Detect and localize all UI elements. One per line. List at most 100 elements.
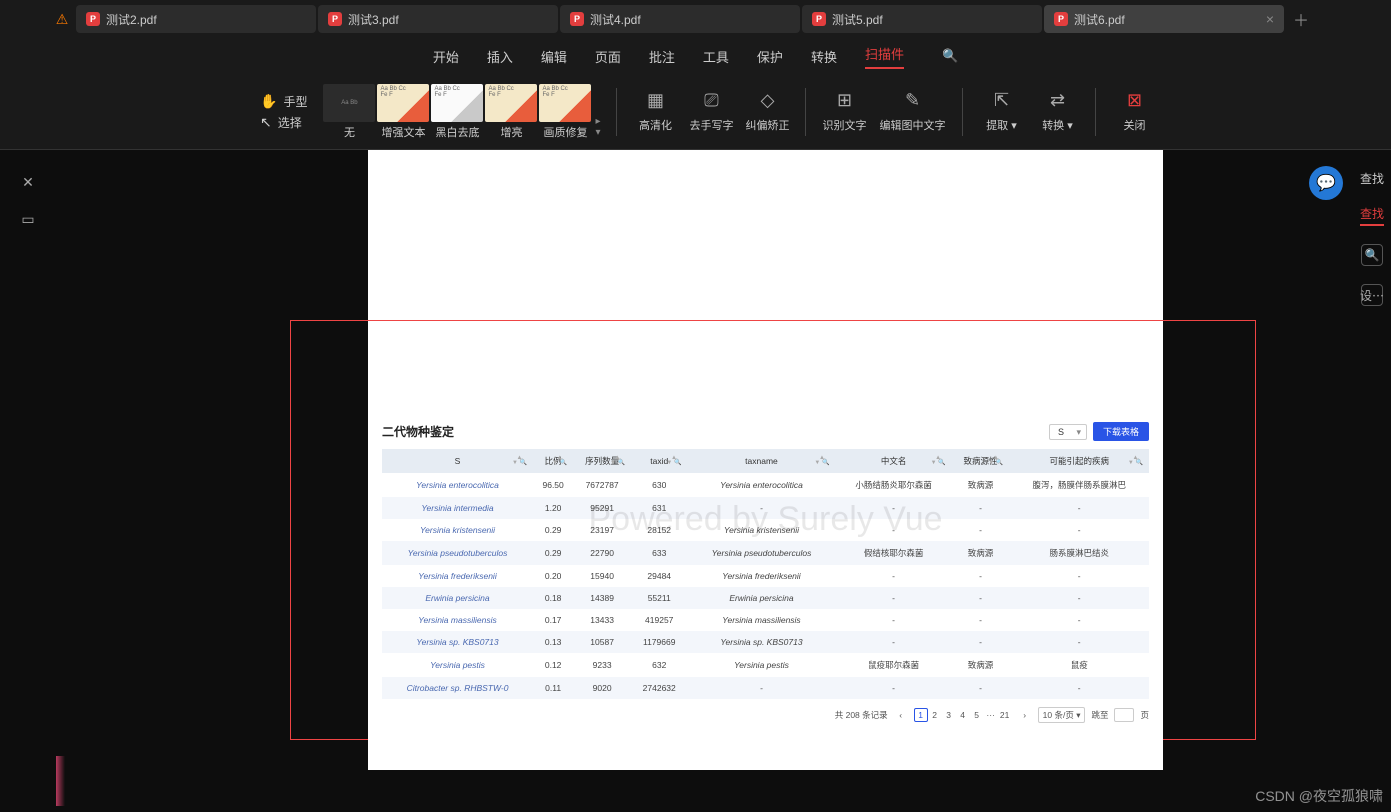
table-cell: -: [1009, 609, 1149, 631]
pager-page[interactable]: ···: [984, 708, 998, 722]
tab-测试5[interactable]: P测试5.pdf: [802, 5, 1042, 33]
thumb-quality[interactable]: Aa Bb CcFe F画质修复: [539, 84, 591, 140]
table-cell: -: [1009, 497, 1149, 519]
col-header[interactable]: 可能引起的疾病▲▼ 🔍: [1009, 449, 1149, 473]
table-cell: 29484: [631, 565, 687, 587]
add-tab-button[interactable]: ＋: [1286, 7, 1316, 31]
tab-测试6[interactable]: P测试6.pdf×: [1044, 5, 1284, 33]
pager-page-unit: 页: [1140, 709, 1149, 721]
thumb-bw[interactable]: Aa Bb CcFe F黑白去底: [431, 84, 483, 140]
select-tool[interactable]: ↖选择: [260, 114, 307, 131]
menu-protect[interactable]: 保护: [757, 47, 783, 66]
right-search-icon[interactable]: 🔍: [1361, 244, 1383, 266]
pager-prev[interactable]: ‹: [894, 708, 908, 722]
tab-测试4[interactable]: P测试4.pdf: [560, 5, 800, 33]
tab-bar: ⚠ P测试2.pdf P测试3.pdf P测试4.pdf P测试5.pdf P测…: [0, 0, 1391, 38]
table-cell: 小肠结肠炎耶尔森菌: [836, 473, 952, 497]
right-find[interactable]: 查找: [1360, 170, 1384, 187]
warning-icon[interactable]: ⚠: [50, 11, 74, 28]
col-header[interactable]: 比例▲▼ 🔍: [533, 449, 573, 473]
right-find-replace[interactable]: 查找: [1360, 205, 1384, 226]
table-cell: -: [952, 677, 1010, 699]
col-header[interactable]: S▲▼ 🔍: [382, 449, 533, 473]
col-header[interactable]: taxname▲▼ 🔍: [687, 449, 835, 473]
image-panel-icon[interactable]: ▭: [21, 211, 34, 228]
menu-edit[interactable]: 编辑: [541, 47, 567, 66]
right-settings-icon[interactable]: 设⋯: [1361, 284, 1383, 306]
toolbar: ✋手型 ↖选择 Aa Bb无 Aa Bb CcFe F增强文本 Aa Bb Cc…: [0, 74, 1391, 150]
hand-tool[interactable]: ✋手型: [260, 93, 307, 110]
menu-tools[interactable]: 工具: [703, 47, 729, 66]
tool-edit-image-text[interactable]: ✎编辑图中文字: [876, 90, 948, 133]
pager-jump-label: 跳至: [1091, 709, 1108, 721]
table-cell: 631: [631, 497, 687, 519]
table-cell: Yersinia pseudotuberculos: [382, 541, 533, 565]
download-button[interactable]: 下载表格: [1093, 422, 1149, 441]
table-cell: -: [952, 565, 1010, 587]
table-cell: 0.11: [533, 677, 573, 699]
menu-start[interactable]: 开始: [433, 47, 459, 66]
col-header[interactable]: 致病源性▲▼ 🔍: [952, 449, 1010, 473]
table-cell: Yersinia intermedia: [382, 497, 533, 519]
pager-next[interactable]: ›: [1018, 708, 1032, 722]
tool-deskew[interactable]: ◇纠偏矫正: [743, 90, 791, 133]
table-row: Yersinia pseudotuberculos0.2922790633Yer…: [382, 541, 1149, 565]
thumb-none[interactable]: Aa Bb无: [323, 84, 375, 140]
pager-perpage[interactable]: 10 条/页 ▾: [1038, 707, 1086, 723]
table-row: Yersinia sp. KBS07130.13105871179669Yers…: [382, 631, 1149, 653]
table-cell: 致病源: [952, 541, 1010, 565]
tab-测试2[interactable]: P测试2.pdf: [76, 5, 316, 33]
col-header[interactable]: taxid▲▼ 🔍: [631, 449, 687, 473]
chat-icon: 💬: [1316, 173, 1336, 193]
tool-hd[interactable]: ▦高清化: [631, 90, 679, 133]
table-cell: Yersinia sp. KBS0713: [687, 631, 835, 653]
table-cell: 419257: [631, 609, 687, 631]
table-cell: 9233: [573, 653, 631, 677]
table-cell: 2742632: [631, 677, 687, 699]
pager-page[interactable]: 4: [956, 708, 970, 722]
page-current: Powered by Surely Vue 二代物种鉴定 S 下载表格 S▲▼ …: [368, 410, 1163, 770]
table-cell: Yersinia pestis: [382, 653, 533, 677]
deskew-icon: ◇: [761, 90, 775, 111]
table-cell: -: [1009, 565, 1149, 587]
menu-convert[interactable]: 转换: [811, 47, 837, 66]
menu-scan[interactable]: 扫描件: [865, 44, 904, 69]
pager-page[interactable]: 1: [914, 708, 928, 722]
tool-remove-handwrite[interactable]: ⎚去手写字: [687, 90, 735, 133]
toolbar-mode-group: ✋手型 ↖选择: [260, 93, 307, 131]
pager-page[interactable]: 3: [942, 708, 956, 722]
table-cell: 23197: [573, 519, 631, 541]
tool-close[interactable]: ⊠关闭: [1110, 90, 1158, 133]
tool-extract[interactable]: ⇱提取 ▾: [977, 90, 1025, 133]
assistant-fab[interactable]: 💬: [1309, 166, 1343, 200]
table-cell: 鼠疫耶尔森菌: [836, 653, 952, 677]
tool-ocr[interactable]: ⊞识别文字: [820, 90, 868, 133]
table-cell: -: [1009, 587, 1149, 609]
pager-jump-input[interactable]: [1114, 708, 1134, 722]
expand-arrow[interactable]: ▸▾: [593, 114, 602, 140]
table-cell: -: [952, 519, 1010, 541]
tool-convert[interactable]: ⇄转换 ▾: [1033, 90, 1081, 133]
pager-page[interactable]: 5: [970, 708, 984, 722]
table-cell: Yersinia kristensenii: [382, 519, 533, 541]
thumb-enhance-text[interactable]: Aa Bb CcFe F增强文本: [377, 84, 429, 140]
canvas[interactable]: Powered by Surely Vue 二代物种鉴定 S 下载表格 S▲▼ …: [68, 150, 1351, 812]
menu-insert[interactable]: 插入: [487, 47, 513, 66]
tab-测试3[interactable]: P测试3.pdf: [318, 5, 558, 33]
table-cell: 14389: [573, 587, 631, 609]
table-cell: Yersinia pestis: [687, 653, 835, 677]
search-icon[interactable]: 🔍: [942, 48, 958, 64]
col-header[interactable]: 中文名▲▼ 🔍: [836, 449, 952, 473]
pager-page[interactable]: 21: [998, 708, 1012, 722]
table-cell: Yersinia kristensenii: [687, 519, 835, 541]
doc-select[interactable]: S: [1049, 424, 1087, 440]
col-header[interactable]: 序列数量▲▼ 🔍: [573, 449, 631, 473]
pager-page[interactable]: 2: [928, 708, 942, 722]
page-previous: [368, 150, 1163, 410]
close-icon[interactable]: ×: [1266, 11, 1274, 27]
table-cell: 腹泻，肠膜伴肠系膜淋巴: [1009, 473, 1149, 497]
thumb-brighten[interactable]: Aa Bb CcFe F增亮: [485, 84, 537, 140]
menu-annotate[interactable]: 批注: [649, 47, 675, 66]
close-panel-icon[interactable]: ✕: [22, 174, 34, 191]
menu-page[interactable]: 页面: [595, 47, 621, 66]
